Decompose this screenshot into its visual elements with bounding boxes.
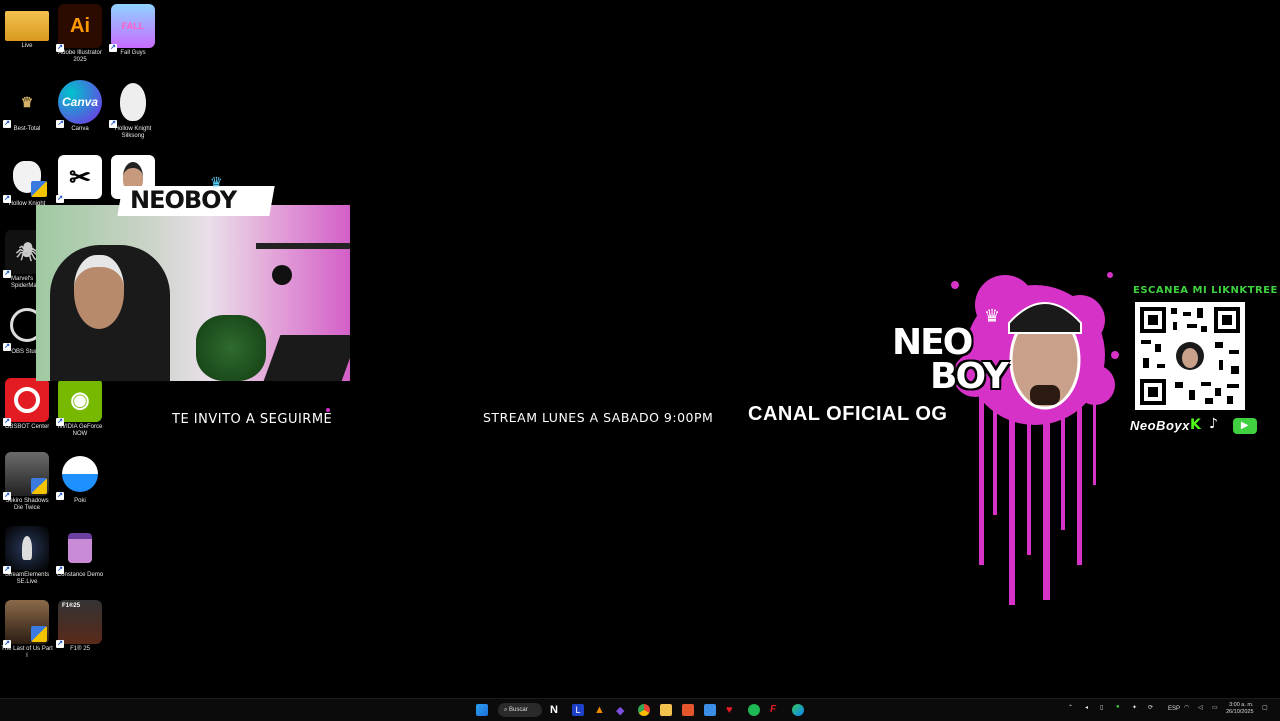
desktop-icon-f1[interactable]: F1®25 ↗ F1® 25	[54, 600, 106, 653]
clock[interactable]: 3:00 a. m. 26/10/2025	[1226, 702, 1254, 716]
desktop-icon-illustrator[interactable]: Ai ↗ Adobe Illustrator 2025	[54, 4, 106, 64]
poki-icon: ↗	[56, 452, 102, 500]
clock-time: 3:00 a. m.	[1229, 702, 1254, 708]
logo-crown-icon: ♛	[984, 306, 1001, 327]
desktop-icon-poki[interactable]: ↗ Poki	[54, 452, 106, 505]
paint-splash-graphic	[951, 272, 1119, 605]
nvidia-eye-icon: ◉ ↗	[56, 378, 102, 426]
plant	[196, 315, 266, 381]
folder-icon	[5, 11, 49, 41]
kick-icon[interactable]: K	[1190, 417, 1201, 433]
desktop-icon-besttotal[interactable]: ♛ ↗ Best-Total	[1, 80, 53, 133]
battery-icon[interactable]: ▭	[1212, 704, 1218, 711]
rocket-icon: ↗	[3, 526, 49, 574]
notion-icon[interactable]: N	[550, 704, 562, 716]
desktop-icon-silksong[interactable]: ↗ Hollow Knight Silksong	[107, 80, 159, 140]
spotify-icon[interactable]	[748, 704, 760, 716]
channel-text: CANAL OFICIAL OG	[748, 403, 948, 425]
chrome-icon[interactable]	[638, 704, 650, 716]
launcher-l-icon[interactable]: L	[572, 704, 584, 716]
vlc-icon[interactable]: ▲	[594, 704, 606, 716]
qr-code[interactable]	[1135, 302, 1245, 410]
fallguys-icon: FALL ↗	[109, 4, 155, 52]
hollow-knight-icon: ↗	[3, 155, 49, 203]
tray-icon-2[interactable]: ▯	[1100, 704, 1103, 711]
pink-dot	[326, 408, 330, 412]
app-orange-icon[interactable]	[682, 704, 694, 716]
youtube-icon[interactable]: ▶	[1233, 418, 1257, 434]
desktop-icon-hollowknight[interactable]: ↗ Hollow Knight	[1, 155, 53, 208]
app-red-heart-icon[interactable]: ♥	[726, 704, 738, 716]
app-diamond-icon[interactable]: ◆	[616, 704, 628, 717]
obsbot-icon: ↗	[3, 378, 49, 426]
desktop-icon-capcut[interactable]: ✂ ↗	[54, 155, 106, 203]
logo-line2: BOY	[930, 356, 1009, 397]
qr-caption: ESCANEA MI LIKNKTREE	[1133, 285, 1278, 296]
desktop-icon-sekiro[interactable]: ↗ Sekiro Shadows Die Twice	[1, 452, 53, 512]
photos-icon[interactable]	[704, 704, 716, 716]
tray-icon-1[interactable]: ◂	[1085, 704, 1088, 711]
wifi-icon[interactable]: ◠	[1184, 704, 1189, 711]
tlou-icon: ↗	[3, 600, 49, 648]
notifications-icon[interactable]: ▢	[1262, 704, 1268, 711]
desktop-icon-tlou[interactable]: ↗ The Last of Us Part I	[1, 600, 53, 660]
desktop-icon-obsbot[interactable]: ↗ OBSBOT Center	[1, 378, 53, 431]
sekiro-icon: ↗	[3, 452, 49, 500]
handle-text: NeoBoyx	[1130, 418, 1190, 433]
desktop-icon-constance[interactable]: ↗ Constance Demo	[54, 526, 106, 579]
desktop-icon-canva[interactable]: Canva ↗ Canva	[54, 80, 106, 133]
follow-text: TE INVITO A SEGUIRME	[172, 412, 333, 427]
f1-icon: F1®25 ↗	[56, 600, 102, 648]
desktop-icon-fallguys[interactable]: FALL ↗ Fall Guys	[107, 4, 159, 57]
desktop-icon-streamelements[interactable]: ↗ StreamElements SE.Live	[1, 526, 53, 586]
schedule-text: STREAM LUNES A SABADO 9:00PM	[483, 410, 714, 425]
tiktok-icon[interactable]: ♪	[1209, 416, 1218, 432]
hollow-knight-mask-icon: ↗	[109, 80, 155, 128]
laptop	[263, 335, 350, 381]
webcam-feed	[36, 205, 350, 381]
tray-icon-4[interactable]: ✦	[1132, 704, 1137, 711]
clock-date: 26/10/2025	[1226, 709, 1254, 715]
file-explorer-icon[interactable]	[660, 704, 672, 716]
tray-icon-3[interactable]: ●	[1116, 704, 1120, 710]
volume-icon[interactable]: ◁	[1198, 704, 1203, 711]
f1-taskbar-icon[interactable]: F	[770, 704, 782, 716]
desktop-icon-live[interactable]: Live	[1, 4, 53, 50]
qr-code-graphic	[1140, 307, 1240, 405]
start-windows-icon[interactable]	[476, 704, 488, 716]
crown-icon: ♛	[210, 175, 224, 191]
canva-icon: Canva ↗	[56, 80, 102, 128]
taskbar-search[interactable]: ⌕ Buscar	[498, 703, 542, 717]
tray-icon-5[interactable]: ⟳	[1148, 704, 1153, 711]
edge-icon[interactable]	[792, 704, 804, 716]
speaker	[272, 265, 292, 285]
desktop-icon-nvidia[interactable]: ◉ ↗ NVIDIA GeForce NOW	[54, 378, 106, 438]
language-indicator[interactable]: ESP	[1168, 706, 1180, 712]
taskbar: ⌕ Buscar N L ▲ ◆ ♥ F ⌃ ◂ ▯ ● ✦ ⟳ ESP ◠ ◁…	[0, 698, 1280, 721]
tray-chevron-icon[interactable]: ⌃	[1068, 704, 1073, 711]
constance-icon: ↗	[56, 526, 102, 574]
shelf	[256, 243, 350, 249]
illustrator-icon: Ai ↗	[56, 4, 102, 52]
capcut-icon: ✂ ↗	[56, 155, 102, 203]
crown-icon: ♛ ↗	[3, 80, 49, 128]
streamer-face	[74, 255, 124, 329]
